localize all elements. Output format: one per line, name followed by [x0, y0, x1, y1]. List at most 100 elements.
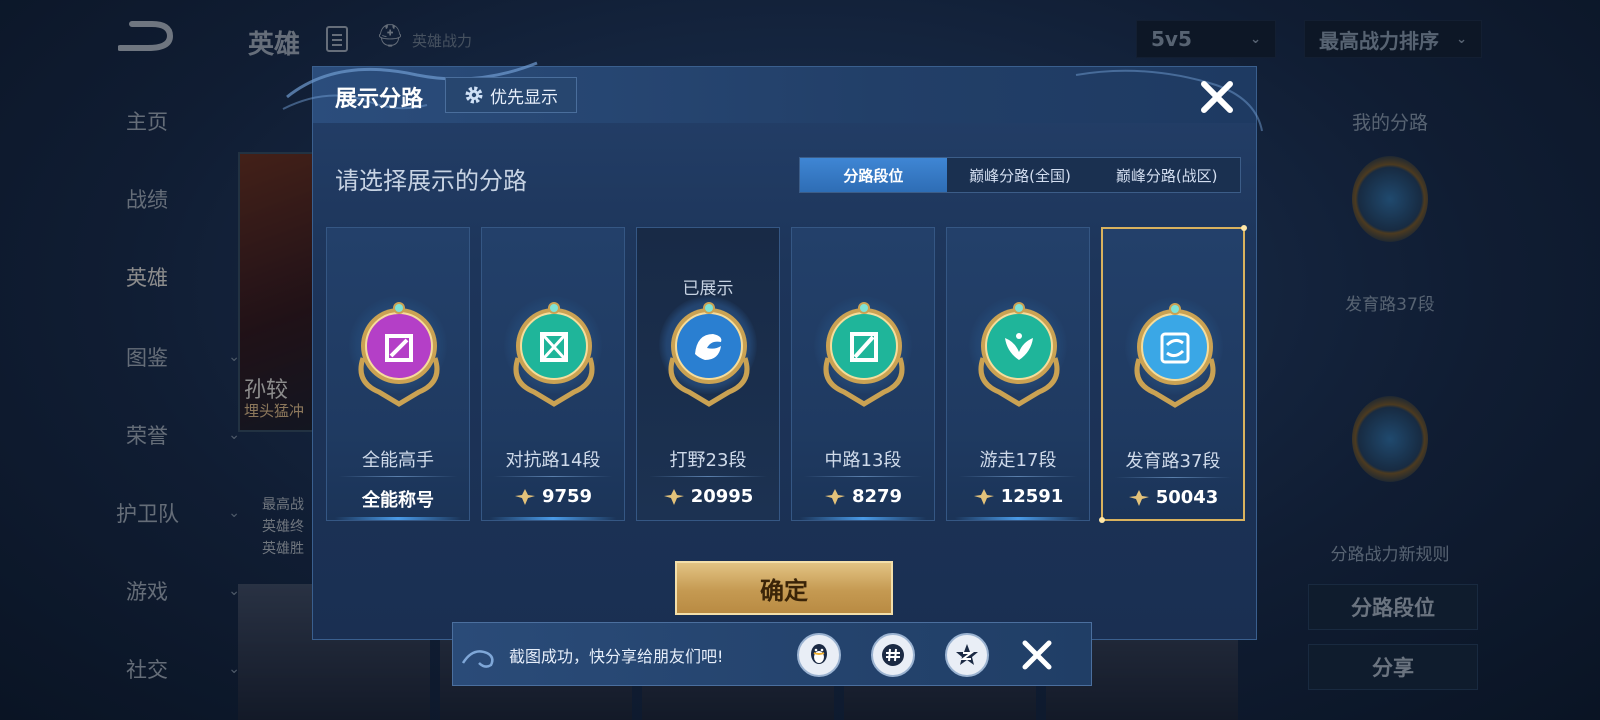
- lane-name: 发育路37段: [1125, 451, 1221, 472]
- close-icon[interactable]: [1197, 77, 1237, 117]
- gear-icon: [465, 86, 483, 104]
- sort-select[interactable]: 最高战力排序 ⌄: [1304, 20, 1482, 58]
- helmet-icon: ⛑: [376, 24, 404, 49]
- hero-info-line: 英雄胜: [262, 541, 304, 557]
- sort-select-value: 最高战力排序: [1319, 28, 1439, 53]
- priority-display-button[interactable]: 优先显示: [445, 77, 577, 113]
- lane-value: 20995: [637, 486, 779, 507]
- lane-card-roam[interactable]: 游走17段 12591: [946, 227, 1090, 521]
- confirm-button[interactable]: 确定: [675, 561, 893, 615]
- lane-value-text: 12591: [1000, 486, 1064, 507]
- lane-display-dialog: 展示分路 优先显示 请选择展示的分路 分路段位 巅峰分路(全国) 巅峰分路(战区…: [282, 61, 1263, 640]
- list-icon[interactable]: [326, 26, 348, 52]
- nav-label: 社交: [126, 658, 168, 682]
- lane-name: 中路13段: [824, 450, 902, 471]
- lane-name: 打野23段: [669, 450, 747, 471]
- lane-value: 9759: [482, 486, 624, 507]
- hero-tag: 埋头猛冲: [244, 402, 305, 420]
- divider: [804, 476, 922, 477]
- lane-value-text: 8279: [851, 486, 903, 507]
- hash-bubble-icon: [882, 644, 904, 666]
- lane-rank-button[interactable]: 分路段位: [1308, 584, 1478, 630]
- mid-lane-badge-icon: [818, 296, 910, 408]
- nav-item-guard-team[interactable]: 护卫队 ⌄: [110, 498, 240, 528]
- penguin-icon: [811, 644, 827, 664]
- nav-item-heroes[interactable]: 英雄: [110, 262, 240, 292]
- nav-item-social[interactable]: 社交 ⌄: [110, 654, 240, 684]
- card-bottom-glow: [490, 517, 616, 520]
- dialog-subtitle: 请选择展示的分路: [335, 167, 527, 195]
- nav-label: 图鉴: [126, 346, 168, 370]
- lane-card-mid[interactable]: 中路13段 8279: [791, 227, 935, 521]
- nav-item-records[interactable]: 战绩: [110, 184, 240, 214]
- game-logo-icon: [118, 21, 174, 51]
- divider: [959, 476, 1077, 477]
- nav-item-games[interactable]: 游戏 ⌄: [110, 576, 240, 606]
- lane-value: 全能称号: [327, 486, 469, 512]
- qzone-share-icon[interactable]: [945, 633, 989, 677]
- tab-peak-national[interactable]: 巅峰分路(全国): [947, 158, 1094, 192]
- close-icon[interactable]: [1019, 637, 1055, 673]
- selection-corner-dot: [1099, 517, 1105, 523]
- farm-lane-badge-icon: [1129, 297, 1221, 409]
- toast-message: 截图成功，快分享给朋友们吧!: [509, 647, 724, 666]
- all-round-badge-icon: [353, 296, 445, 408]
- power-icon: [514, 488, 535, 505]
- tab-peak-region[interactable]: 巅峰分路(战区): [1093, 158, 1240, 192]
- hero-info-line: 英雄终: [262, 519, 304, 535]
- screenshot-toast: 截图成功，快分享给朋友们吧!: [452, 622, 1092, 686]
- power-icon: [824, 488, 845, 505]
- nav-label: 战绩: [126, 188, 168, 212]
- divider: [649, 476, 767, 477]
- hero-power-label[interactable]: 英雄战力: [412, 30, 472, 51]
- farm-lane-badge-icon: [1352, 156, 1428, 242]
- nav-item-codex[interactable]: 图鉴 ⌄: [110, 342, 240, 372]
- wechat-moments-share-icon[interactable]: [871, 633, 915, 677]
- lane-value: 8279: [792, 486, 934, 507]
- lane-card-clash[interactable]: 对抗路14段 9759: [481, 227, 625, 521]
- star-icon: [956, 644, 978, 665]
- lane-value-text: 50043: [1155, 487, 1219, 508]
- page-title: 英雄: [248, 30, 301, 60]
- hero-info: 最高战 英雄终 英雄胜: [262, 494, 304, 560]
- lane-tabs: 分路段位 巅峰分路(全国) 巅峰分路(战区): [799, 157, 1241, 193]
- chevron-down-icon: ⌄: [228, 505, 240, 521]
- my-lane-label: 发育路37段: [1345, 295, 1435, 315]
- lane-name: 游走17段: [979, 450, 1057, 471]
- nav-label: 主页: [126, 110, 168, 134]
- mode-select[interactable]: 5v5 ⌄: [1136, 20, 1276, 58]
- priority-display-label: 优先显示: [490, 87, 558, 108]
- lane-card-all-round[interactable]: 全能高手 全能称号: [326, 227, 470, 521]
- power-icon: [973, 488, 994, 505]
- lane-card-farm[interactable]: 发育路37段 50043: [1099, 225, 1247, 523]
- nav-item-home[interactable]: 主页: [110, 106, 240, 136]
- hero-info-line: 最高战: [262, 497, 304, 513]
- card-bottom-glow: [800, 517, 926, 520]
- clash-lane-badge-icon: [508, 296, 600, 408]
- share-button[interactable]: 分享: [1308, 644, 1478, 690]
- lane-value-text: 全能称号: [362, 490, 434, 511]
- roam-badge-icon: [973, 296, 1065, 408]
- mode-select-value: 5v5: [1151, 27, 1192, 51]
- lane-name: 对抗路14段: [505, 450, 601, 471]
- power-icon: [1128, 489, 1149, 506]
- jungle-badge-icon: [663, 296, 755, 408]
- divider: [339, 476, 457, 477]
- nav-label: 游戏: [126, 580, 168, 604]
- lane-rules-link[interactable]: 分路战力新规则: [1300, 540, 1480, 565]
- nav-label: 英雄: [126, 266, 168, 290]
- decorative-swirl-icon: [461, 650, 494, 668]
- divider: [1115, 477, 1231, 478]
- lane-name: 全能高手: [362, 450, 434, 471]
- power-icon: [663, 488, 684, 505]
- nav-item-honor[interactable]: 荣誉 ⌄: [110, 420, 240, 450]
- nav-label: 荣誉: [126, 424, 168, 448]
- tab-lane-rank[interactable]: 分路段位: [800, 158, 947, 192]
- qq-share-icon[interactable]: [797, 633, 841, 677]
- chevron-down-icon: ⌄: [1456, 31, 1467, 47]
- lane-value: 12591: [947, 486, 1089, 507]
- lane-card-jungle[interactable]: 已展示 打野23段 20995: [636, 227, 780, 521]
- nav-label: 护卫队: [116, 502, 179, 526]
- chevron-down-icon: ⌄: [1250, 31, 1261, 47]
- divider: [494, 476, 612, 477]
